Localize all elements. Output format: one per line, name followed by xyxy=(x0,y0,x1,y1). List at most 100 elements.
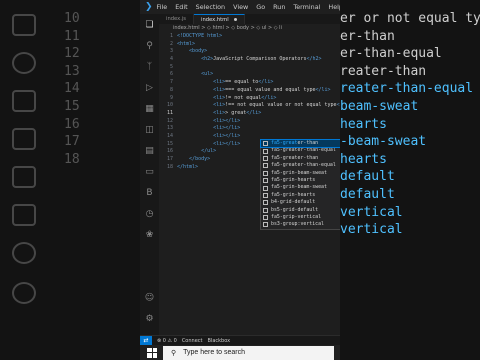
blurred-line-number: 10 xyxy=(64,11,80,26)
snippet-icon xyxy=(263,192,268,198)
status-bar: ⇄ ⊗ 0 ⚠ 0 Connect Blackbox xyxy=(140,335,340,345)
line-number: 11 xyxy=(166,109,173,116)
line-number: 1 xyxy=(169,33,173,39)
ai-chat-icon[interactable]: ❀ xyxy=(145,230,155,240)
snippet-icon xyxy=(263,155,268,161)
blurred-line-number: 14 xyxy=(64,81,80,97)
suggestion-match: fa5-grin-beam-sweat xyxy=(271,169,327,176)
connect-status[interactable]: Connect xyxy=(182,338,203,344)
vscode-logo-icon: ❯ xyxy=(145,2,153,12)
suggestion-item[interactable]: fa5-greater-than-equal xyxy=(261,147,340,154)
menu-view[interactable]: View xyxy=(233,3,248,11)
code-text: <!DOCTYPE html> xyxy=(177,33,223,39)
code-text: <li>== equal to</li> xyxy=(213,79,274,86)
suggestion-item[interactable]: fa5-grin-beam-sweat xyxy=(261,184,340,191)
code-line[interactable]: 8 <li>=== equal value and equal type</li… xyxy=(159,87,340,95)
suggestion-item[interactable]: bs5-grid-default xyxy=(261,207,340,214)
blurred-search-icon xyxy=(12,52,36,74)
code-line[interactable]: 3 <body> xyxy=(159,48,340,56)
blurred-extensions-icon xyxy=(12,90,36,112)
blurred-code-line: hearts xyxy=(340,151,387,167)
autocomplete-suggestions[interactable]: fa5-great er-than fa5-great er-than-equal fa… xyxy=(260,138,340,230)
book-icon[interactable]: ▭ xyxy=(145,167,155,177)
code-line[interactable]: 9 <li>!= not equal</li> xyxy=(159,95,340,103)
windows-start-icon[interactable] xyxy=(147,347,157,358)
clock-icon[interactable]: ◷ xyxy=(145,209,155,219)
line-number: 6 xyxy=(169,71,173,78)
suggestion-rest: er-than xyxy=(297,140,319,146)
blackbox-b-icon[interactable]: B xyxy=(145,188,155,198)
settings-gear-icon[interactable]: ⚙ xyxy=(145,314,155,324)
code-line[interactable]: 6 <ul> xyxy=(159,71,340,79)
code-line[interactable]: 12 <li></li> xyxy=(159,118,340,126)
tab-index-html[interactable]: index.html xyxy=(194,14,245,24)
suggestion-match: fa5-greater-than-equal xyxy=(271,162,336,169)
blurred-code-line: -beam-sweat xyxy=(340,134,427,150)
snippet-icon xyxy=(263,141,268,147)
database-icon[interactable]: ◫ xyxy=(145,125,155,135)
blurred-line-number: 11 xyxy=(64,28,80,44)
suggestion-item[interactable]: fa5-grip-vertical xyxy=(261,214,340,221)
code-line[interactable]: 4 <h2>JavaScript Comparison Operators</h… xyxy=(159,56,340,64)
suggestion-item[interactable]: b4-grid-default xyxy=(261,199,340,206)
tab-index-js[interactable]: index.js xyxy=(159,14,194,24)
activity-bar: ❏ ⚲ ᛉ ▷ ▦ ◫ ▤ ▭ B ◷ ❀ ☺ ⚙ xyxy=(140,14,159,335)
blurred-line-number: 16 xyxy=(64,116,80,132)
run-debug-icon[interactable]: ▷ xyxy=(145,83,155,93)
suggestion-item[interactable]: fa5-greater-than xyxy=(261,155,340,162)
menu-go[interactable]: Go xyxy=(256,3,265,11)
line-number: 10 xyxy=(166,102,173,109)
code-text: </body> xyxy=(189,156,211,162)
line-number: 12 xyxy=(166,117,173,124)
breadcrumb[interactable]: index.html > ◇ html > ◇ body > ◇ ul > ◇ … xyxy=(159,24,340,33)
code-line[interactable]: 10 <li>!== not equal value or not equal … xyxy=(159,102,340,110)
suggestion-match: fa5-greater-than xyxy=(271,154,319,161)
menu-help[interactable]: Help xyxy=(328,3,340,11)
editor-tabs: index.js index.html xyxy=(159,14,340,24)
code-text: <li>> great</li> xyxy=(213,109,262,116)
suggestion-item[interactable]: fa5-grin-hearts xyxy=(261,177,340,184)
layers-icon[interactable]: ▤ xyxy=(145,146,155,156)
code-line[interactable]: 13 <li></li> xyxy=(159,125,340,133)
code-line[interactable]: 1 <!DOCTYPE html> xyxy=(159,33,340,41)
code-line[interactable]: 11 <li>> great</li> xyxy=(159,110,340,118)
blurred-panel-icon xyxy=(12,128,36,150)
code-line[interactable]: 2 <html> xyxy=(159,41,340,49)
explorer-icon[interactable]: ❏ xyxy=(145,20,155,30)
menu-file[interactable]: File xyxy=(157,3,168,11)
code-text: <li>=== equal value and equal type</li> xyxy=(213,86,331,93)
suggestion-item[interactable]: fa5-grin-beam-sweat xyxy=(261,170,340,177)
blackbox-status[interactable]: Blackbox xyxy=(208,338,231,344)
suggestion-item[interactable]: fa5-greater-than-equal xyxy=(261,162,340,169)
line-number: 16 xyxy=(166,148,173,155)
code-line[interactable]: 7 <li>== equal to</li> xyxy=(159,79,340,87)
suggestion-item[interactable]: fa5-greater-than xyxy=(260,138,340,149)
blurred-code-line: reater-than xyxy=(340,63,427,79)
suggestion-match: fa5-grin-beam-sweat xyxy=(271,184,327,191)
menu-edit[interactable]: Edit xyxy=(175,3,187,11)
taskbar-search-box[interactable]: ⚲ Type here to search xyxy=(163,345,334,360)
code-line[interactable]: 5 xyxy=(159,64,340,72)
menu-run[interactable]: Run xyxy=(273,3,285,11)
extensions-icon[interactable]: ▦ xyxy=(145,104,155,114)
unsaved-dot-icon[interactable] xyxy=(233,18,237,21)
blurred-files-icon xyxy=(12,14,36,36)
blurred-code-line: vertical xyxy=(340,222,403,238)
blurred-line-numbers: 10 11 12 13 14 15 16 17 18 xyxy=(64,10,80,168)
problems-count[interactable]: ⊗ 0 ⚠ 0 xyxy=(157,338,177,344)
menu-selection[interactable]: Selection xyxy=(196,3,225,11)
code-text: <body> xyxy=(189,48,208,55)
snippet-icon xyxy=(263,185,268,191)
suggestion-item[interactable]: bs3-group:vertical xyxy=(261,221,340,228)
snippet-icon xyxy=(263,148,268,154)
menu-terminal[interactable]: Terminal xyxy=(293,3,320,11)
suggestion-item[interactable]: fa5-grin-hearts xyxy=(261,192,340,199)
code-text: </ul> xyxy=(201,148,217,155)
search-icon[interactable]: ⚲ xyxy=(145,41,155,51)
account-icon[interactable]: ☺ xyxy=(145,293,155,303)
blurred-code-line: default xyxy=(340,169,395,185)
source-control-icon[interactable]: ᛉ xyxy=(145,62,155,72)
suggestion-match: fa5-great xyxy=(271,147,298,154)
remote-icon[interactable]: ⇄ xyxy=(140,335,152,345)
snippet-icon xyxy=(263,178,268,184)
